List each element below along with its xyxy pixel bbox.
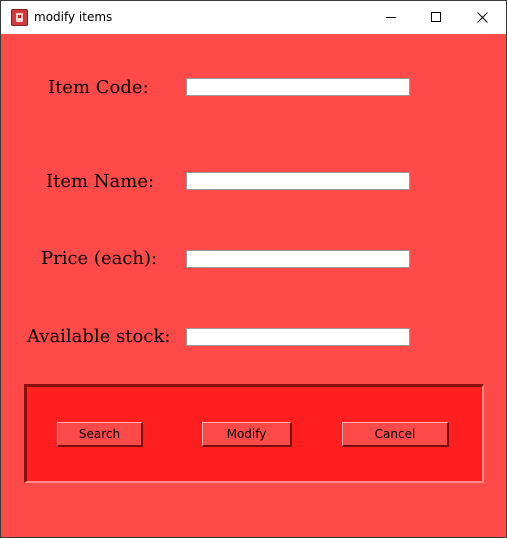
minimize-button[interactable] [368, 1, 414, 34]
modify-items-window: modify items Item Code: Item Name: Price… [0, 0, 507, 538]
price-input[interactable] [186, 250, 410, 268]
available-stock-label: Available stock: [27, 326, 171, 347]
item-code-label: Item Code: [48, 77, 149, 98]
modify-button[interactable]: Modify [202, 422, 292, 447]
minimize-icon [386, 17, 396, 18]
close-icon [477, 12, 488, 23]
item-name-input[interactable] [186, 172, 410, 190]
item-name-label: Item Name: [46, 171, 155, 192]
maximize-button[interactable] [414, 1, 460, 34]
search-button[interactable]: Search [57, 422, 143, 447]
title-bar[interactable]: modify items [1, 1, 506, 34]
maximize-icon [431, 12, 441, 22]
app-icon [11, 9, 28, 26]
item-code-input[interactable] [186, 78, 410, 96]
close-button[interactable] [460, 1, 506, 34]
available-stock-input[interactable] [186, 328, 410, 346]
price-label: Price (each): [41, 248, 158, 269]
cancel-button[interactable]: Cancel [342, 422, 449, 447]
window-title: modify items [34, 10, 113, 24]
